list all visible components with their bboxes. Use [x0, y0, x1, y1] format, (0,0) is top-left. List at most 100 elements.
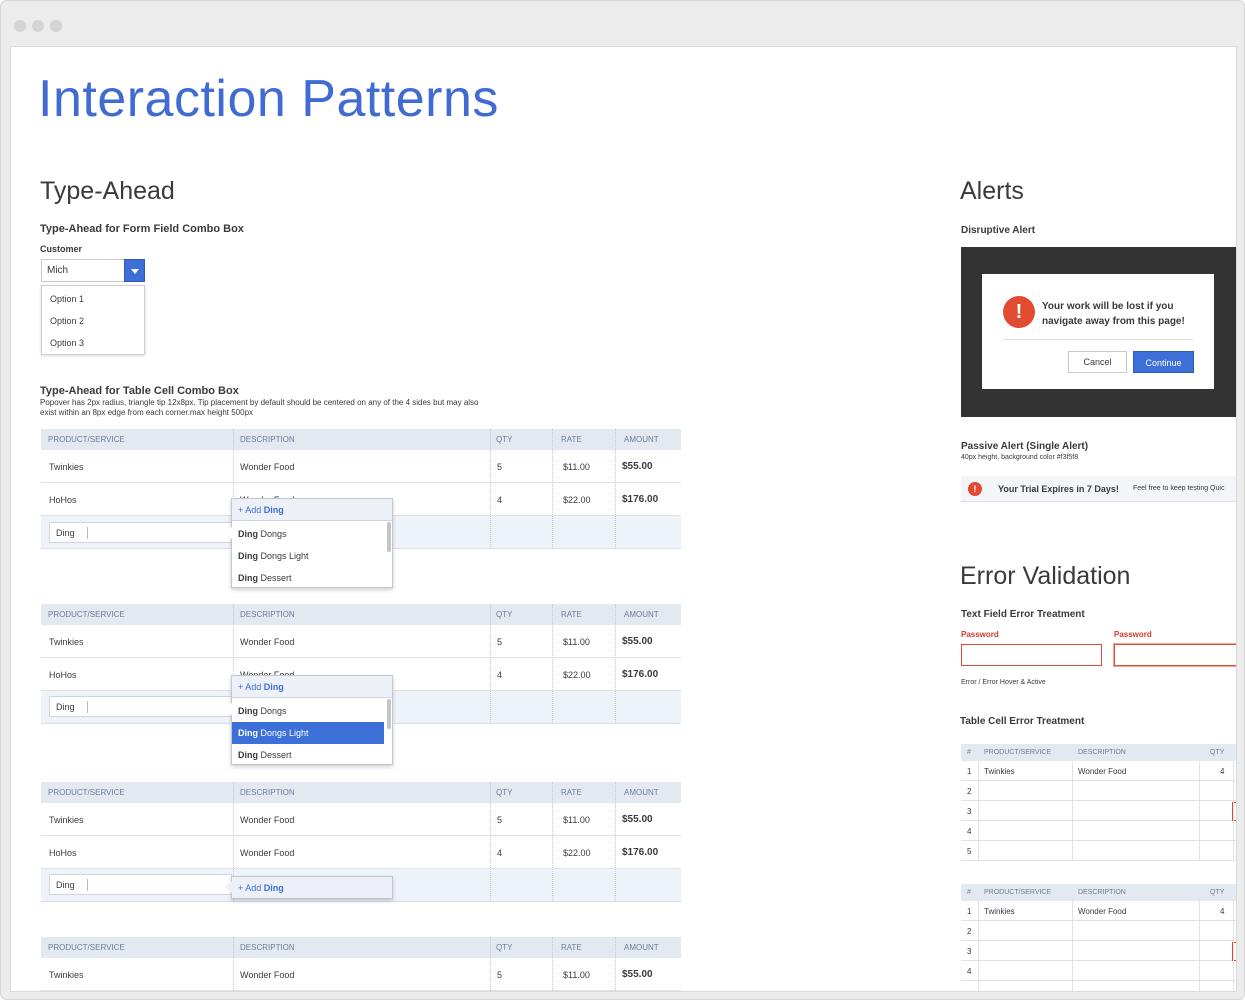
add-new-item-button[interactable]: + Add Ding — [232, 676, 392, 698]
col-qty: QTY — [496, 435, 513, 444]
table-row-error[interactable]: 3 — [961, 801, 1236, 821]
dropdown-option[interactable]: Option 1 — [50, 294, 84, 304]
alerts-heading: Alerts — [960, 177, 1024, 205]
dropdown-option[interactable]: Option 3 — [50, 338, 84, 348]
warning-icon: ! — [968, 482, 982, 496]
col-rate: RATE — [561, 435, 582, 444]
col-number: # — [967, 889, 971, 896]
table-row[interactable]: Twinkies Wonder Food 5 $11.00 $55.00 — [41, 958, 681, 991]
cell-amount: $176.00 — [622, 494, 659, 505]
col-qty: QTY — [496, 788, 513, 797]
col-product: PRODUCT/SERVICE — [48, 610, 125, 619]
table-row[interactable]: 1 Twinkies Wonder Food 4 — [961, 901, 1236, 921]
cell-description: Wonder Food — [240, 815, 295, 825]
cell-amount: $55.00 — [622, 636, 653, 647]
suggestion-item[interactable]: Ding Dongs Light — [232, 545, 384, 567]
passive-alert-message: Your Trial Expires in 7 Days! — [998, 484, 1119, 494]
popover-tip — [225, 703, 232, 715]
table-row[interactable]: 2 — [961, 781, 1236, 801]
cancel-button[interactable]: Cancel — [1068, 351, 1127, 373]
cell-rate: $11.00 — [563, 815, 590, 825]
customer-label: Customer — [40, 244, 83, 254]
table-combo-title: Type-Ahead for Table Cell Combo Box — [40, 385, 239, 397]
error-table-1: # PRODUCT/SERVICE DESCRIPTION QTY 1 Twin… — [961, 744, 1236, 864]
form-combo-title: Type-Ahead for Form Field Combo Box — [40, 223, 244, 235]
product-cell-input[interactable]: Ding — [49, 522, 232, 543]
window-dot-icon[interactable] — [32, 20, 44, 32]
dropdown-option[interactable]: Option 2 — [50, 316, 84, 326]
suggestion-item[interactable]: Ding Dessert — [232, 567, 384, 589]
password-field-error-active[interactable] — [1114, 644, 1236, 666]
cell-rate: $11.00 — [563, 637, 590, 647]
add-new-item-button[interactable]: + Add Ding — [232, 499, 392, 521]
cell-description: Wonder Food — [240, 637, 295, 647]
cell-product: HoHos — [49, 495, 77, 505]
cell-rate: $22.00 — [563, 670, 591, 680]
disruptive-alert-title: Disruptive Alert — [961, 225, 1036, 236]
scrollbar[interactable] — [387, 699, 391, 729]
table-row[interactable]: Twinkies Wonder Food 5 $11.00 $55.00 — [41, 625, 681, 658]
table-row-error[interactable]: 3 — [961, 941, 1236, 961]
chevron-down-icon[interactable] — [124, 259, 145, 282]
cell-amount: $55.00 — [622, 814, 653, 825]
cell-qty: 5 — [497, 970, 503, 980]
passive-alert-banner: ! Your Trial Expires in 7 Days! Feel fre… — [961, 476, 1236, 502]
table-row[interactable]: Twinkies Wonder Food 5 $11.00 $55.00 — [41, 450, 681, 483]
password-label: Password — [1114, 630, 1152, 639]
suggestion-item[interactable]: Ding Dongs — [232, 523, 384, 545]
suggestion-item-selected[interactable]: Ding Dongs Light — [232, 722, 384, 744]
col-rate: RATE — [561, 788, 582, 797]
popover-tip — [225, 527, 232, 539]
col-qty: QTY — [1210, 889, 1225, 896]
suggestion-item[interactable]: Ding Dongs — [232, 700, 384, 722]
suggestion-item[interactable]: Ding Dessert — [232, 744, 384, 766]
col-number: # — [967, 749, 971, 756]
cell-qty: 4 — [497, 670, 503, 680]
window-dot-icon[interactable] — [14, 20, 26, 32]
col-product: PRODUCT/SERVICE — [48, 788, 125, 797]
text-field-error-title: Text Field Error Treatment — [961, 609, 1085, 620]
add-new-item-button[interactable]: + Add Ding — [232, 877, 392, 898]
table-row[interactable]: HoHos Wonder Food 4 $22.00 $176.00 — [41, 836, 681, 869]
cell-input-value: Ding — [56, 880, 75, 890]
cell-product: Twinkies — [49, 970, 84, 980]
product-cell-input[interactable]: Ding — [49, 696, 232, 717]
window-dot-icon[interactable] — [50, 20, 62, 32]
col-description: DESCRIPTION — [240, 435, 295, 444]
password-label: Password — [961, 630, 999, 639]
product-cell-input[interactable]: Ding — [49, 874, 232, 895]
col-description: DESCRIPTION — [1078, 749, 1126, 756]
passive-alert-detail: Feel free to keep testing Quic — [1133, 485, 1225, 492]
scrollbar[interactable] — [387, 522, 391, 552]
cell-product: Twinkies — [49, 462, 84, 472]
table-row[interactable]: 5 — [961, 841, 1236, 861]
table-row[interactable]: Twinkies Wonder Food 5 $11.00 $55.00 — [41, 803, 681, 836]
table-row[interactable]: 4 — [961, 961, 1236, 981]
cell-qty: 4 — [497, 848, 503, 858]
cell-product: HoHos — [49, 670, 77, 680]
cell-qty: 5 — [497, 815, 503, 825]
table-row[interactable]: 4 — [961, 821, 1236, 841]
cell-description: Wonder Food — [240, 462, 295, 472]
cell-rate: $11.00 — [563, 462, 590, 472]
browser-window: Interaction Patterns Type-Ahead Type-Ahe… — [0, 0, 1245, 1000]
cell-qty: 4 — [497, 495, 503, 505]
col-product: PRODUCT/SERVICE — [984, 889, 1052, 896]
col-description: DESCRIPTION — [240, 610, 295, 619]
col-product: PRODUCT/SERVICE — [48, 943, 125, 952]
popover-tip — [225, 881, 232, 893]
cell-rate: $22.00 — [563, 495, 591, 505]
col-description: DESCRIPTION — [240, 788, 295, 797]
customer-combo-box[interactable]: Mich — [41, 259, 145, 282]
alert-message: Your work will be lost if you navigate a… — [1042, 301, 1185, 327]
cell-amount: $176.00 — [622, 669, 659, 680]
col-qty: QTY — [1210, 749, 1225, 756]
password-field-error[interactable] — [961, 644, 1102, 666]
cell-qty: 5 — [497, 462, 503, 472]
table-row[interactable]: 1 Twinkies Wonder Food 4 — [961, 761, 1236, 781]
cell-product: HoHos — [49, 848, 77, 858]
cell-amount: $55.00 — [622, 461, 653, 472]
cell-product: Twinkies — [49, 815, 84, 825]
table-row[interactable]: 2 — [961, 921, 1236, 941]
continue-button[interactable]: Continue — [1133, 351, 1194, 373]
